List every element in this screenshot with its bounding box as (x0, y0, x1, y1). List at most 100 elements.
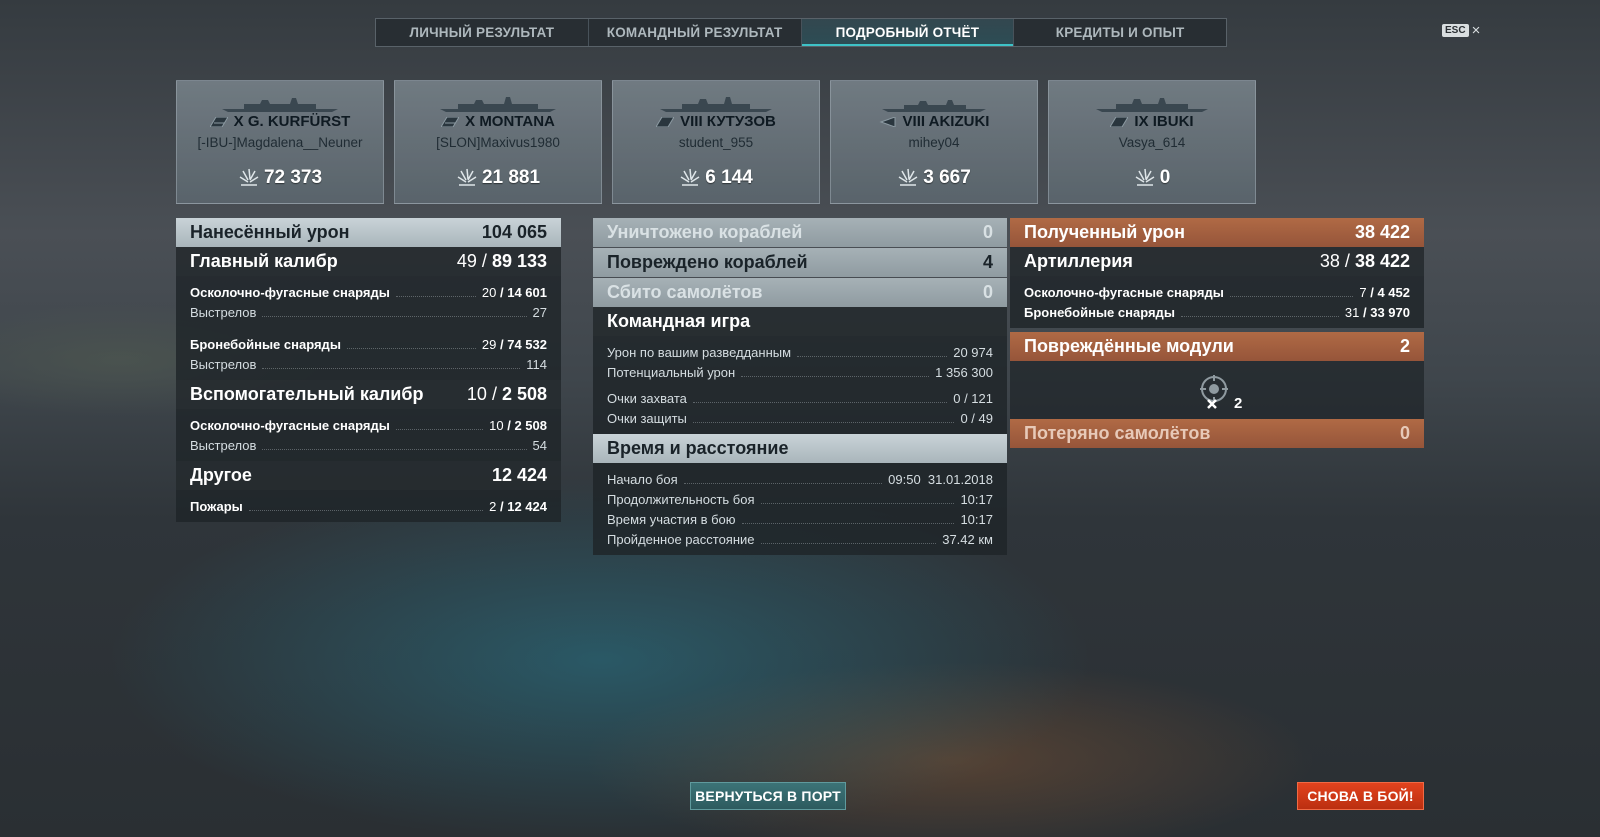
esc-key-label: ESC (1442, 24, 1469, 37)
ship-name: IX IBUKI (1134, 113, 1194, 130)
time-distance-label: Время и расстояние (607, 438, 789, 458)
other-value: 12 424 (491, 465, 547, 485)
battle-start-row: Начало боя 09:50 31.01.2018 (593, 469, 1007, 489)
battle-again-button[interactable]: СНОВА В БОЙ! (1297, 782, 1424, 810)
close-button[interactable]: ESC × (1442, 23, 1480, 38)
main-ap-value: 74 532 (507, 336, 547, 352)
player-cards: X G. KURFÜRST [-IBU-]Magdalena__Neuner 7… (176, 80, 1256, 204)
capture-points-row: Очки захвата 0 / 121 (593, 388, 1007, 408)
main-he-value: 14 601 (507, 284, 547, 300)
main-he-label: Осколочно-фугасные снаряды (190, 284, 390, 300)
damage-received-header: Полученный урон 38 422 (1010, 218, 1424, 247)
received-ap-row: Бронебойные снаряды 31 / 33 970 (1024, 304, 1410, 320)
damage-dealt-label: Нанесённый урон (190, 222, 350, 242)
sec-he-value: 2 508 (514, 417, 547, 433)
damage-received-panel: Полученный урон 38 422 Артиллерия 38 / 3… (1010, 218, 1424, 448)
defense-points-row: Очки защиты 0 / 49 (593, 408, 1007, 428)
battleship-silhouette-icon (222, 98, 338, 112)
damage-dealt-header: Нанесённый урон 104 065 (176, 218, 561, 247)
main-battery-header: Главный калибр 49 / 89 133 (176, 247, 561, 276)
ships-destroyed-value: 0 (982, 222, 993, 242)
participation-time-label: Время участия в бою (607, 511, 736, 527)
participation-time-row: Время участия в бою 10:17 (593, 509, 1007, 529)
artillery-header: Артиллерия 38 / 38 422 (1010, 247, 1424, 276)
tab-team-result[interactable]: КОМАНДНЫЙ РЕЗУЛЬТАТ (589, 19, 802, 46)
capture-points-value: 0 / 121 (953, 390, 993, 406)
team-play-label: Командная игра (607, 311, 751, 331)
damage-value: 0 (1159, 167, 1171, 188)
sec-he-hits: 10 (489, 417, 504, 433)
secondary-header: Вспомогательный калибр 10 / 2 508 (176, 380, 561, 409)
ships-damaged-label: Повреждено кораблей (607, 252, 808, 272)
battle-start-value: 09:50 31.01.2018 (888, 471, 993, 487)
battle-duration-label: Продолжительность боя (607, 491, 755, 507)
ship-name: X G. KURFÜRST (233, 113, 351, 130)
secondary-value: 2 508 (501, 384, 547, 404)
spotting-damage-row: Урон по вашим разведданным 20 974 (593, 342, 1007, 362)
planes-shot-value: 0 (982, 282, 993, 302)
planes-shot-label: Сбито самолётов (607, 282, 763, 302)
team-play-panel: Уничтожено кораблей 0 Повреждено корабле… (593, 218, 1007, 555)
fires-row: Пожары 2 / 12 424 (190, 498, 547, 514)
damage-icon (898, 168, 918, 186)
main-ap-hits: 29 (481, 336, 497, 352)
destroyer-silhouette-icon (882, 100, 986, 112)
received-he-value: 4 452 (1377, 284, 1410, 300)
cruiser-silhouette-icon (660, 97, 772, 112)
return-to-port-button[interactable]: ВЕРНУТЬСЯ В ПОРТ (690, 782, 846, 810)
battle-duration-row: Продолжительность боя 10:17 (593, 489, 1007, 509)
main-ap-label: Бронебойные снаряды (190, 336, 341, 352)
ships-damaged-header: Повреждено кораблей 4 (593, 248, 1007, 277)
received-ap-label: Бронебойные снаряды (1024, 304, 1175, 320)
damage-icon (239, 168, 259, 186)
main-he-row: Осколочно-фугасные снаряды 20 / 14 601 (190, 284, 547, 300)
tab-credits-xp[interactable]: КРЕДИТЫ И ОПЫТ (1014, 19, 1226, 46)
main-he-shots-value: 27 (532, 304, 547, 320)
player-card: VIII КУТУЗОВ student_955 6 144 (612, 80, 820, 204)
player-name: student_955 (678, 135, 754, 150)
time-distance-header: Время и расстояние (593, 434, 1007, 463)
player-name: [SLON]Maxivus1980 (436, 135, 560, 150)
damage-dealt-value: 104 065 (481, 222, 547, 242)
damage-value: 3 667 (923, 167, 971, 188)
tab-personal-result[interactable]: ЛИЧНЫЙ РЕЗУЛЬТАТ (376, 19, 589, 46)
player-card: X G. KURFÜRST [-IBU-]Magdalena__Neuner 7… (176, 80, 384, 204)
damaged-modules-value: 2 (1399, 336, 1410, 356)
sec-shots-value: 54 (532, 437, 547, 453)
player-name: Vasya_614 (1118, 135, 1186, 150)
main-he-hits: 20 (481, 284, 497, 300)
distance-value: 37.42 км (942, 531, 993, 547)
main-ap-shots-value: 114 (526, 356, 547, 372)
damage-value: 6 144 (705, 167, 753, 188)
ships-damaged-value: 4 (982, 252, 993, 272)
cruiser-class-icon (656, 116, 675, 127)
team-play-header: Командная игра (593, 307, 1007, 336)
battleship-class-icon (209, 116, 228, 127)
damaged-modules-area: 2 (1010, 361, 1424, 419)
battle-duration-value: 10:17 (960, 491, 993, 507)
spotting-damage-value: 20 974 (953, 344, 993, 360)
destroyer-class-icon (879, 116, 896, 127)
damage-value: 21 881 (481, 167, 541, 188)
cruiser-silhouette-icon (1096, 98, 1208, 112)
battleship-silhouette-icon (440, 97, 556, 112)
planes-shot-header: Сбито самолётов 0 (593, 278, 1007, 307)
received-ap-hits: 31 (1344, 304, 1360, 320)
artillery-value: 38 422 (1354, 251, 1410, 271)
artillery-label: Артиллерия (1024, 251, 1133, 271)
received-ap-value: 33 970 (1370, 304, 1410, 320)
other-label: Другое (190, 465, 252, 485)
participation-time-value: 10:17 (960, 511, 993, 527)
ships-destroyed-label: Уничтожено кораблей (607, 222, 803, 242)
planes-lost-label: Потеряно самолётов (1024, 423, 1211, 443)
player-card: X MONTANA [SLON]Maxivus1980 21 881 (394, 80, 602, 204)
sec-he-row: Осколочно-фугасные снаряды 10 / 2 508 (190, 417, 547, 433)
damage-icon (1135, 168, 1155, 186)
defense-points-value: 0 / 49 (960, 410, 993, 426)
damage-value: 72 373 (263, 167, 323, 188)
main-he-shots-label: Выстрелов (190, 304, 257, 320)
fires-hits: 2 (489, 498, 497, 514)
damage-icon (680, 168, 700, 186)
player-name: [-IBU-]Magdalena__Neuner (197, 135, 363, 150)
tab-detailed-report[interactable]: ПОДРОБНЫЙ ОТЧЁТ (801, 19, 1015, 46)
